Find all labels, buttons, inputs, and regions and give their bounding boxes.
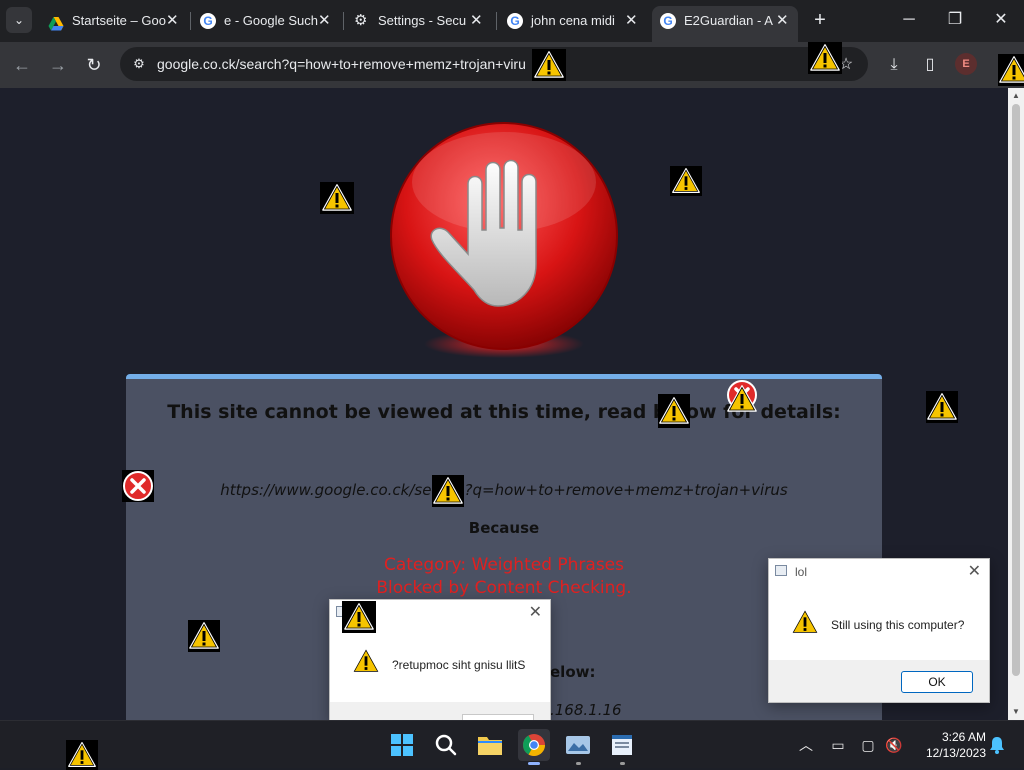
tab-close-icon[interactable]: ✕	[625, 6, 638, 36]
google-icon: G	[660, 13, 676, 29]
dialog-message: Still using this computer?	[831, 618, 965, 632]
display-icon[interactable]: ▢	[858, 735, 878, 755]
warning-icon	[532, 49, 566, 81]
chrome-icon[interactable]	[518, 729, 550, 761]
partial-below-text: elow:	[550, 663, 596, 681]
tab-strip: ⌄ Startseite – Goo ✕ G e - Google Such ✕…	[0, 0, 1024, 42]
tray-overflow-chevron-icon[interactable]: ︿	[796, 735, 816, 755]
block-headline: This site cannot be viewed at this time,…	[167, 401, 841, 423]
stop-hand-icon	[390, 122, 618, 358]
warning-icon	[350, 646, 382, 676]
scroll-down-arrow-icon[interactable]: ▼	[1008, 705, 1024, 719]
tab-google-search[interactable]: G e - Google Such ✕	[200, 6, 340, 36]
dialog-close-icon[interactable]: ✕	[529, 602, 542, 622]
app-indicator	[620, 762, 625, 765]
tab-close-icon[interactable]: ✕	[318, 6, 331, 36]
warning-icon	[320, 182, 354, 214]
warning-icon	[726, 378, 758, 412]
tab-close-icon[interactable]: ✕	[776, 6, 789, 36]
warning-icon	[658, 394, 690, 428]
notepad-icon[interactable]	[606, 729, 638, 761]
tab-john-cena[interactable]: G john cena midi ✕	[507, 6, 647, 36]
dialog-footer: OK	[769, 660, 989, 702]
active-app-indicator	[528, 762, 540, 765]
tab-settings[interactable]: ⚙ Settings - Secu ✕	[354, 6, 494, 36]
partial-ip-text: .168.1.16	[550, 701, 622, 719]
clock-date: 12/13/2023	[925, 746, 986, 760]
forward-button[interactable]: →	[44, 51, 72, 79]
tab-title: Startseite – Goo	[72, 13, 166, 28]
reload-button[interactable]: ↻	[80, 51, 108, 79]
tab-separator	[496, 12, 497, 30]
sound-muted-icon[interactable]: 🔇	[884, 735, 904, 755]
download-icon[interactable]: ⤓	[882, 53, 906, 77]
because-label: Because	[468, 519, 540, 537]
blocked-url: https://www.google.co.ck/search?q=how+to…	[220, 481, 788, 499]
reversed-message-dialog: ✕ ?retupmoc siht gnisu llitS	[329, 599, 551, 724]
address-text[interactable]: google.co.ck/search?q=how+to+remove+memz…	[157, 47, 526, 81]
warning-icon	[998, 54, 1024, 86]
tab-startseite[interactable]: Startseite – Goo ✕	[48, 6, 188, 36]
app-indicator	[576, 762, 581, 765]
notification-bell-icon[interactable]	[988, 735, 1006, 755]
ok-button[interactable]: OK	[901, 671, 973, 693]
close-window-button[interactable]: ✕	[978, 0, 1024, 40]
browser-toolbar: ← → ↻ ⚙ google.co.ck/search?q=how+to+rem…	[0, 42, 1024, 88]
tab-separator	[190, 12, 191, 30]
dialog-title: lol	[795, 565, 808, 579]
tab-title: Settings - Secu	[378, 13, 467, 28]
taskbar: ︿ ▭ ▢ 🔇 3:26 AM 12/13/2023	[0, 720, 1024, 770]
error-icon	[122, 470, 154, 502]
photos-icon[interactable]	[562, 729, 594, 761]
windows-start-icon[interactable]	[386, 729, 418, 761]
warning-icon	[342, 601, 376, 633]
warning-icon	[66, 740, 98, 770]
gear-icon: ⚙	[354, 12, 368, 29]
warning-icon	[808, 42, 842, 74]
system-clock[interactable]: 3:26 AM 12/13/2023	[914, 729, 986, 761]
warning-icon	[789, 607, 821, 637]
warning-icon	[432, 475, 464, 507]
tab-close-icon[interactable]: ✕	[166, 6, 179, 36]
side-panel-icon[interactable]: ▯	[918, 53, 942, 77]
dialog-message: ?retupmoc siht gnisu llitS	[392, 658, 526, 672]
app-window-icon	[775, 565, 787, 576]
google-icon: G	[507, 13, 523, 29]
google-icon: G	[200, 13, 216, 29]
tab-e2guardian[interactable]: G E2Guardian - A ✕	[652, 6, 798, 42]
new-tab-button[interactable]: +	[808, 8, 832, 32]
page-scrollbar[interactable]: ▲ ▼	[1008, 88, 1024, 720]
dialog-footer	[330, 702, 550, 724]
maximize-button[interactable]: ❐	[932, 0, 978, 40]
dialog-close-icon[interactable]: ✕	[968, 561, 981, 581]
file-explorer-icon[interactable]	[474, 729, 506, 761]
profile-avatar[interactable]: E	[955, 53, 977, 75]
tab-separator	[343, 12, 344, 30]
network-icon[interactable]: ▭	[828, 735, 848, 755]
tab-title: john cena midi	[531, 13, 615, 28]
minimize-button[interactable]: ─	[886, 0, 932, 40]
warning-icon	[188, 620, 220, 652]
clock-time: 3:26 AM	[941, 730, 986, 744]
site-info-icon[interactable]: ⚙	[130, 55, 148, 73]
tab-search-button[interactable]: ⌄	[6, 7, 32, 33]
scrollbar-thumb[interactable]	[1012, 104, 1020, 676]
tab-title: e - Google Such	[224, 13, 318, 28]
google-drive-icon	[48, 13, 64, 31]
back-button[interactable]: ←	[8, 51, 36, 79]
lol-dialog: lol ✕ Still using this computer? OK	[768, 558, 990, 703]
warning-icon	[670, 166, 702, 196]
scroll-up-arrow-icon[interactable]: ▲	[1008, 89, 1024, 103]
search-icon[interactable]	[430, 729, 462, 761]
tab-close-icon[interactable]: ✕	[470, 6, 483, 36]
tab-title: E2Guardian - A	[684, 13, 773, 28]
warning-icon	[926, 391, 958, 423]
address-bar[interactable]: ⚙ google.co.ck/search?q=how+to+remove+me…	[120, 47, 868, 81]
